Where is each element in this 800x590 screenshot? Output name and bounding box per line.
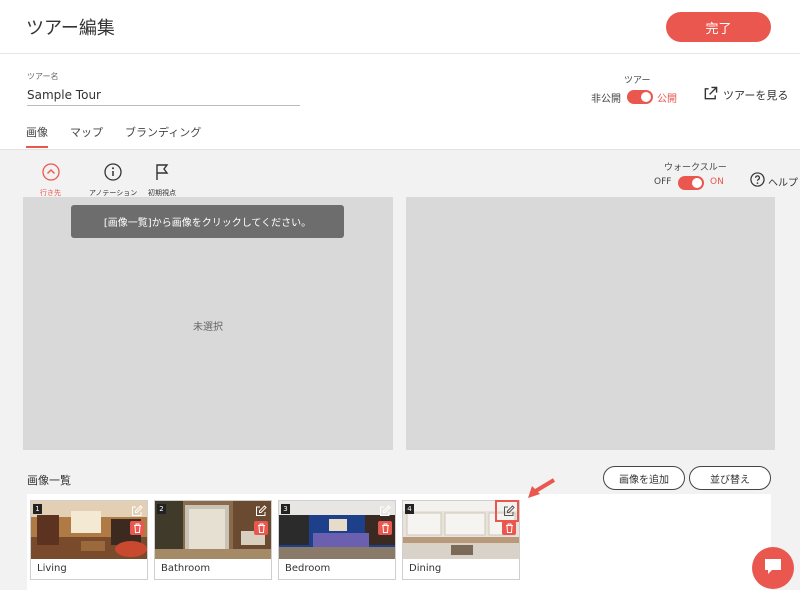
help-label: ヘルプ	[768, 177, 798, 189]
tab-bar: 画像 マップ ブランディング	[26, 124, 201, 148]
tab-map[interactable]: マップ	[70, 124, 103, 148]
tool-destination[interactable]: 行き先	[40, 163, 61, 198]
walkthrough-off-label: OFF	[654, 177, 672, 187]
chevron-up-circle-icon	[41, 163, 60, 185]
tool-annotation[interactable]: アノテーション	[89, 163, 137, 198]
walkthrough-toggle[interactable]	[678, 176, 704, 190]
image-number: 1	[33, 504, 42, 514]
unselected-text: 未選択	[193, 322, 223, 333]
trash-icon[interactable]	[502, 521, 516, 535]
image-number: 2	[157, 504, 166, 514]
info-icon	[104, 163, 122, 185]
edit-highlight-box	[495, 500, 519, 522]
image-number: 3	[281, 504, 290, 514]
tab-images[interactable]: 画像	[26, 124, 48, 148]
header: ツアー編集 完了	[0, 0, 800, 54]
view-tour-link[interactable]: ツアーを見る	[703, 86, 788, 104]
edit-icon[interactable]	[254, 504, 268, 518]
image-caption: Bedroom	[285, 563, 331, 574]
publish-toggle[interactable]	[627, 90, 653, 104]
chat-bubble-icon	[762, 555, 784, 581]
image-caption: Dining	[409, 563, 442, 574]
trash-icon[interactable]	[378, 521, 392, 535]
chat-button[interactable]	[752, 547, 794, 589]
tour-name-label: ツアー名	[27, 72, 59, 81]
private-label: 非公開	[591, 94, 621, 105]
viewer-right-panel[interactable]	[406, 197, 775, 450]
add-image-button[interactable]: 画像を追加	[603, 466, 685, 490]
public-label: 公開	[657, 94, 677, 105]
image-card-bedroom[interactable]: 3 Bedroom	[278, 500, 396, 580]
view-tour-label: ツアーを見る	[723, 89, 789, 102]
done-button[interactable]: 完了	[666, 12, 771, 42]
walkthrough-label: ウォークスルー	[664, 163, 727, 173]
hint-banner: [画像一覧]から画像をクリックしてください。	[71, 205, 344, 238]
edit-icon[interactable]	[378, 504, 392, 518]
tour-name-input[interactable]	[27, 84, 300, 106]
trash-icon[interactable]	[130, 521, 144, 535]
publish-label: ツアー	[624, 76, 651, 86]
image-caption: Living	[37, 563, 67, 574]
flag-icon	[153, 163, 171, 185]
edit-icon[interactable]	[130, 504, 144, 518]
help-button[interactable]: ヘルプ	[750, 172, 798, 190]
sort-button[interactable]: 並び替え	[689, 466, 771, 490]
pointer-arrow-icon	[524, 478, 556, 506]
image-number: 4	[405, 504, 414, 514]
trash-icon[interactable]	[254, 521, 268, 535]
external-link-icon	[703, 86, 718, 104]
tool-initial-view[interactable]: 初期視点	[148, 163, 176, 198]
image-card-living[interactable]: 1 Living	[30, 500, 148, 580]
image-list-title: 画像一覧	[27, 474, 71, 487]
question-icon	[750, 172, 765, 190]
image-card-bathroom[interactable]: 2 Bathroom	[154, 500, 272, 580]
walkthrough-on-label: ON	[710, 177, 724, 187]
tab-branding[interactable]: ブランディング	[125, 124, 201, 148]
image-caption: Bathroom	[161, 563, 211, 574]
toggle-knob	[641, 92, 651, 102]
toggle-knob	[692, 178, 702, 188]
page-title: ツアー編集	[26, 18, 115, 39]
